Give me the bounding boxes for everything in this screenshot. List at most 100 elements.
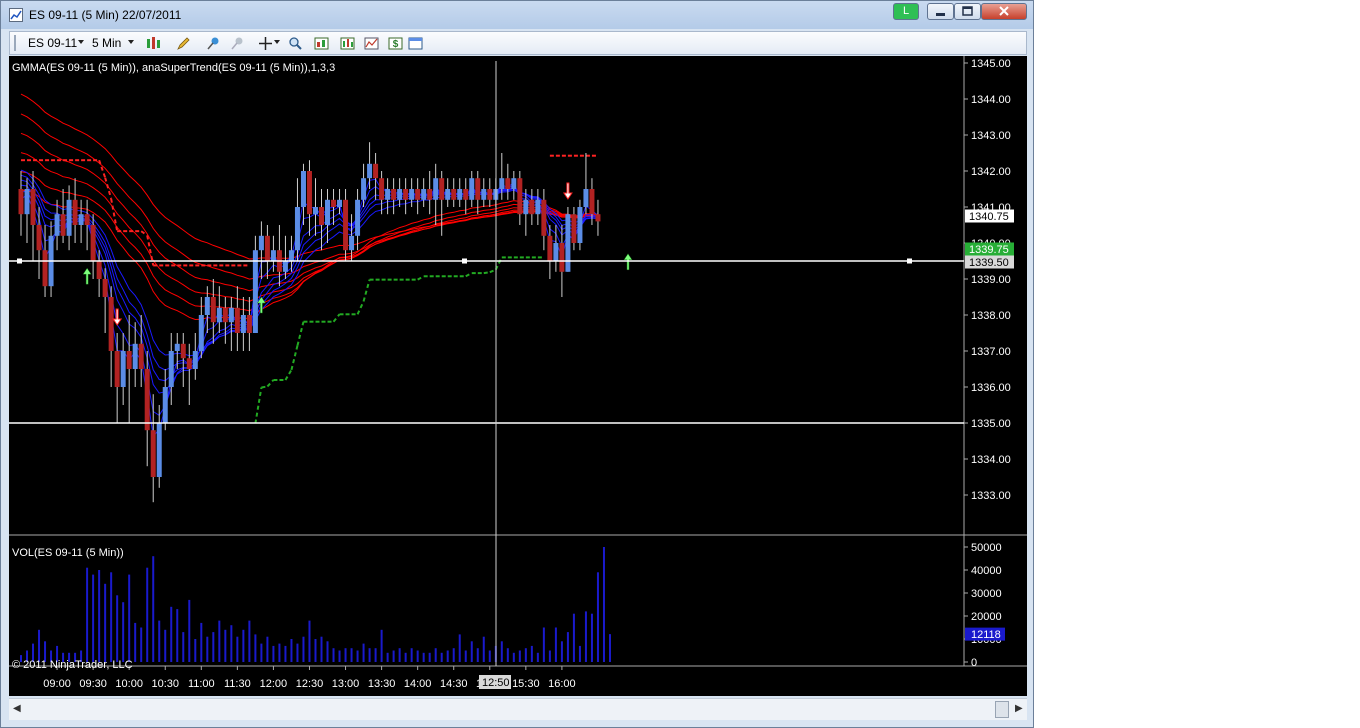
chevron-down-icon[interactable] [274,40,289,55]
candle-body[interactable] [300,171,306,207]
candle-body[interactable] [469,178,475,200]
candle-body[interactable] [439,178,445,200]
candle-body[interactable] [42,250,48,287]
candle-body[interactable] [144,369,150,431]
chart-area[interactable]: 1345.001344.001343.001342.001341.001340.… [9,56,1027,696]
dollar-icon[interactable]: $ [388,36,403,51]
candle-body[interactable] [325,199,331,225]
candle-body[interactable] [84,214,90,225]
candle-body[interactable] [331,199,337,207]
candle-body[interactable] [541,199,547,236]
candle-body[interactable] [252,250,258,333]
candle-body[interactable] [409,189,415,200]
candle-body[interactable] [547,235,553,261]
candle-body[interactable] [427,189,433,200]
candle-body[interactable] [168,351,174,387]
candle-body[interactable] [54,214,60,236]
title-bar[interactable]: ES 09-11 (5 Min) 22/07/2011 L [1,1,1033,29]
scroll-right-arrow-icon[interactable]: ▶ [1015,703,1023,714]
candle-body[interactable] [523,199,529,215]
candle-body[interactable] [343,199,349,251]
candle-body[interactable] [349,235,355,251]
candle-body[interactable] [571,214,577,243]
pin-disabled-icon[interactable] [230,36,245,51]
candle-body[interactable] [78,214,84,225]
candle-body[interactable] [403,189,409,200]
candle-body[interactable] [162,387,168,423]
candle-body[interactable] [529,199,535,215]
candle-body[interactable] [367,163,373,179]
candle-body[interactable] [445,189,451,200]
candle-body[interactable] [210,297,216,323]
candle-body[interactable] [288,250,294,261]
candle-body[interactable] [337,199,343,207]
candle-body[interactable] [18,189,24,215]
candle-body[interactable] [132,343,138,369]
candle-body[interactable] [481,189,487,200]
candle-body[interactable] [361,178,367,200]
candle-body[interactable] [565,214,571,272]
candle-body[interactable] [198,315,204,351]
candle-body[interactable] [24,189,30,215]
candle-body[interactable] [156,423,162,477]
link-button[interactable]: L [893,3,919,20]
scroll-thumb[interactable] [995,701,1009,718]
candle-body[interactable] [487,189,493,200]
candle-body[interactable] [589,189,595,215]
pin-icon[interactable] [206,36,221,51]
pencil-icon[interactable] [176,36,191,51]
candle-body[interactable] [108,297,114,351]
chart-canvas[interactable]: 1345.001344.001343.001342.001341.001340.… [9,56,1027,696]
candle-body[interactable] [499,178,505,189]
minimize-button[interactable] [927,3,954,20]
chart-properties-icon[interactable] [314,36,329,51]
candle-body[interactable] [595,214,601,222]
candle-body[interactable] [475,178,481,200]
candle-body[interactable] [577,207,583,243]
candle-body[interactable] [246,315,252,333]
strategies-icon[interactable] [364,36,379,51]
candle-body[interactable] [451,189,457,200]
candle-body[interactable] [379,178,385,200]
candle-body[interactable] [505,178,511,189]
maximize-button[interactable] [954,3,981,20]
candle-body[interactable] [66,199,72,236]
candle-body[interactable] [258,235,264,251]
candle-body[interactable] [96,261,102,279]
candle-body[interactable] [126,351,132,369]
candle-body[interactable] [30,189,36,225]
candle-body[interactable] [319,207,324,225]
indicators-icon[interactable] [340,36,355,51]
chevron-down-icon[interactable] [128,40,143,55]
candle-body[interactable] [355,199,361,236]
candle-body[interactable] [457,189,463,200]
candle-body[interactable] [150,430,156,477]
candle-body[interactable] [264,235,270,261]
candle-body[interactable] [114,351,120,387]
bar-style-icon[interactable] [146,36,161,51]
candle-body[interactable] [72,199,78,225]
candle-body[interactable] [180,343,186,359]
data-box-icon[interactable] [408,36,423,51]
candle-body[interactable] [282,261,288,272]
candle-body[interactable] [583,189,589,207]
candle-body[interactable] [240,315,246,333]
line-anchor-handle[interactable] [907,258,912,264]
candle-body[interactable] [174,343,180,351]
candle-body[interactable] [36,225,42,251]
candle-body[interactable] [186,358,192,369]
candle-body[interactable] [421,189,427,200]
candle-body[interactable] [234,307,240,333]
interval-selector[interactable]: 5 Min [92,36,121,50]
candle-body[interactable] [120,351,126,387]
close-button[interactable] [981,3,1027,20]
candle-body[interactable] [270,250,276,261]
instrument-selector[interactable]: ES 09-11 [28,36,77,50]
candle-body[interactable] [373,163,379,179]
candle-body[interactable] [60,214,66,236]
candle-body[interactable] [102,279,108,297]
candle-body[interactable] [312,207,318,215]
candle-body[interactable] [222,307,228,323]
candle-body[interactable] [192,351,198,369]
scroll-left-arrow-icon[interactable]: ◀ [13,703,21,714]
